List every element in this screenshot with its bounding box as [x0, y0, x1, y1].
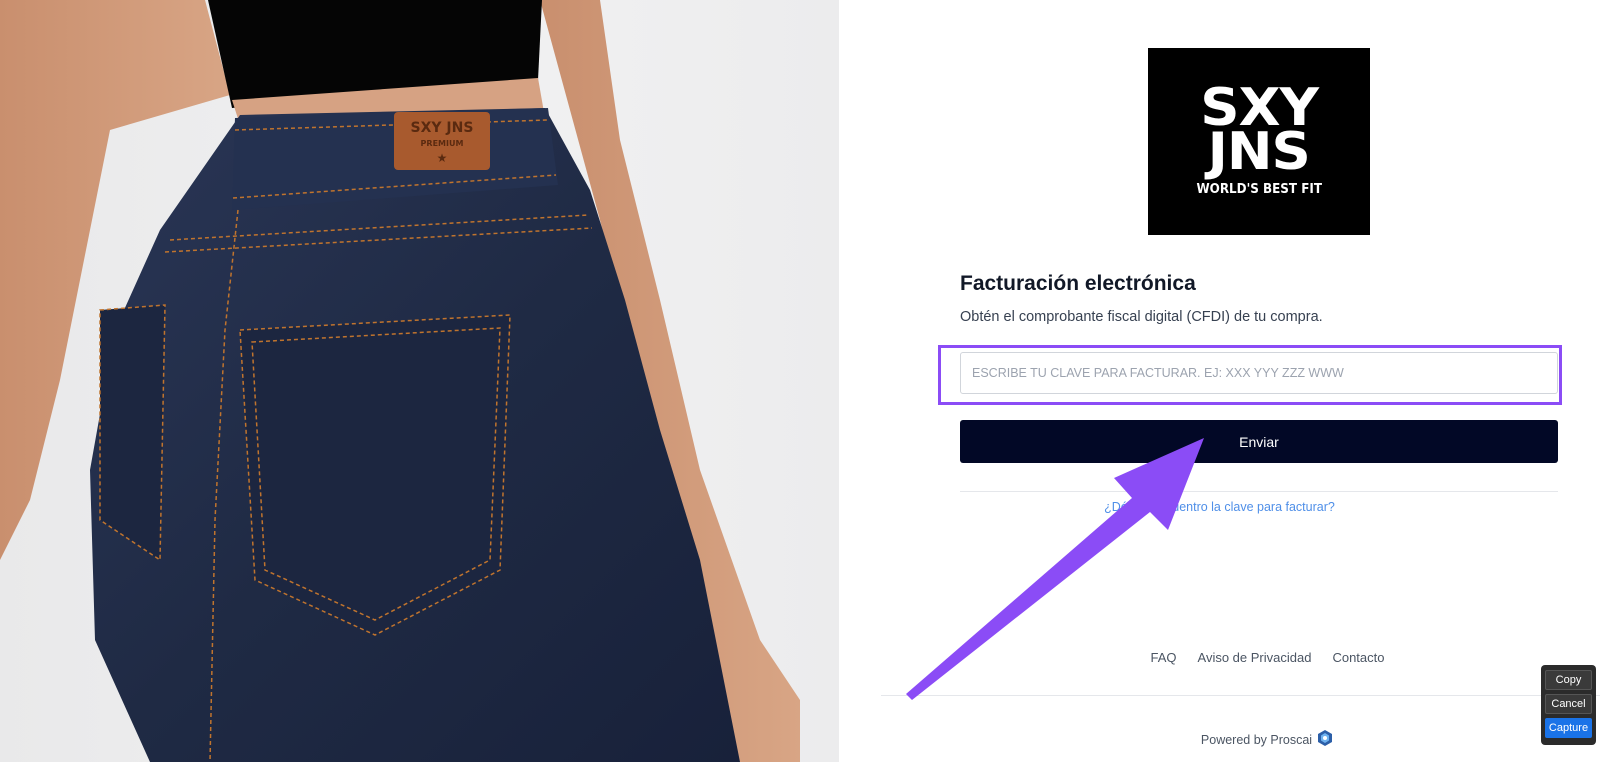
page-title: Facturación electrónica [960, 272, 1196, 295]
jeans-photo: SXY JNS PREMIUM ★ [0, 0, 800, 762]
capture-widget: Copy Cancel Capture [1541, 665, 1596, 745]
page-subtitle: Obtén el comprobante fiscal digital (CFD… [960, 309, 1323, 325]
hero-image: SXY JNS PREMIUM ★ [0, 0, 839, 762]
help-link[interactable]: ¿Dónde encuentro la clave para facturar? [839, 500, 1600, 514]
powered-by-text: Powered by Proscai [1200, 732, 1313, 747]
hero-label-text: SXY JNS [411, 120, 474, 136]
hero-label-subtext: PREMIUM [421, 139, 464, 148]
footer-link-faq[interactable]: FAQ [1151, 650, 1177, 665]
capture-button[interactable]: Capture [1545, 718, 1592, 738]
svg-text:★: ★ [437, 151, 448, 165]
logo-tagline: WORLD'S BEST FIT [1196, 182, 1322, 197]
divider [960, 491, 1558, 492]
clave-input[interactable] [960, 352, 1558, 394]
cancel-button[interactable]: Cancel [1545, 694, 1592, 714]
invoice-panel: SXY JNS WORLD'S BEST FIT Facturación ele… [839, 0, 1600, 762]
footer-links: FAQ Aviso de Privacidad Contacto [839, 650, 1600, 665]
footer-divider [881, 695, 1600, 696]
brand-logo: SXY JNS WORLD'S BEST FIT [1148, 48, 1370, 235]
copy-button[interactable]: Copy [1545, 670, 1592, 690]
proscai-logo-icon [1316, 729, 1334, 750]
footer-link-privacy[interactable]: Aviso de Privacidad [1198, 650, 1312, 665]
logo-line-2: JNS [1207, 122, 1311, 182]
submit-button[interactable]: Enviar [960, 420, 1558, 463]
footer-link-contact[interactable]: Contacto [1332, 650, 1384, 665]
powered-by: Powered by Proscai [839, 729, 1600, 750]
